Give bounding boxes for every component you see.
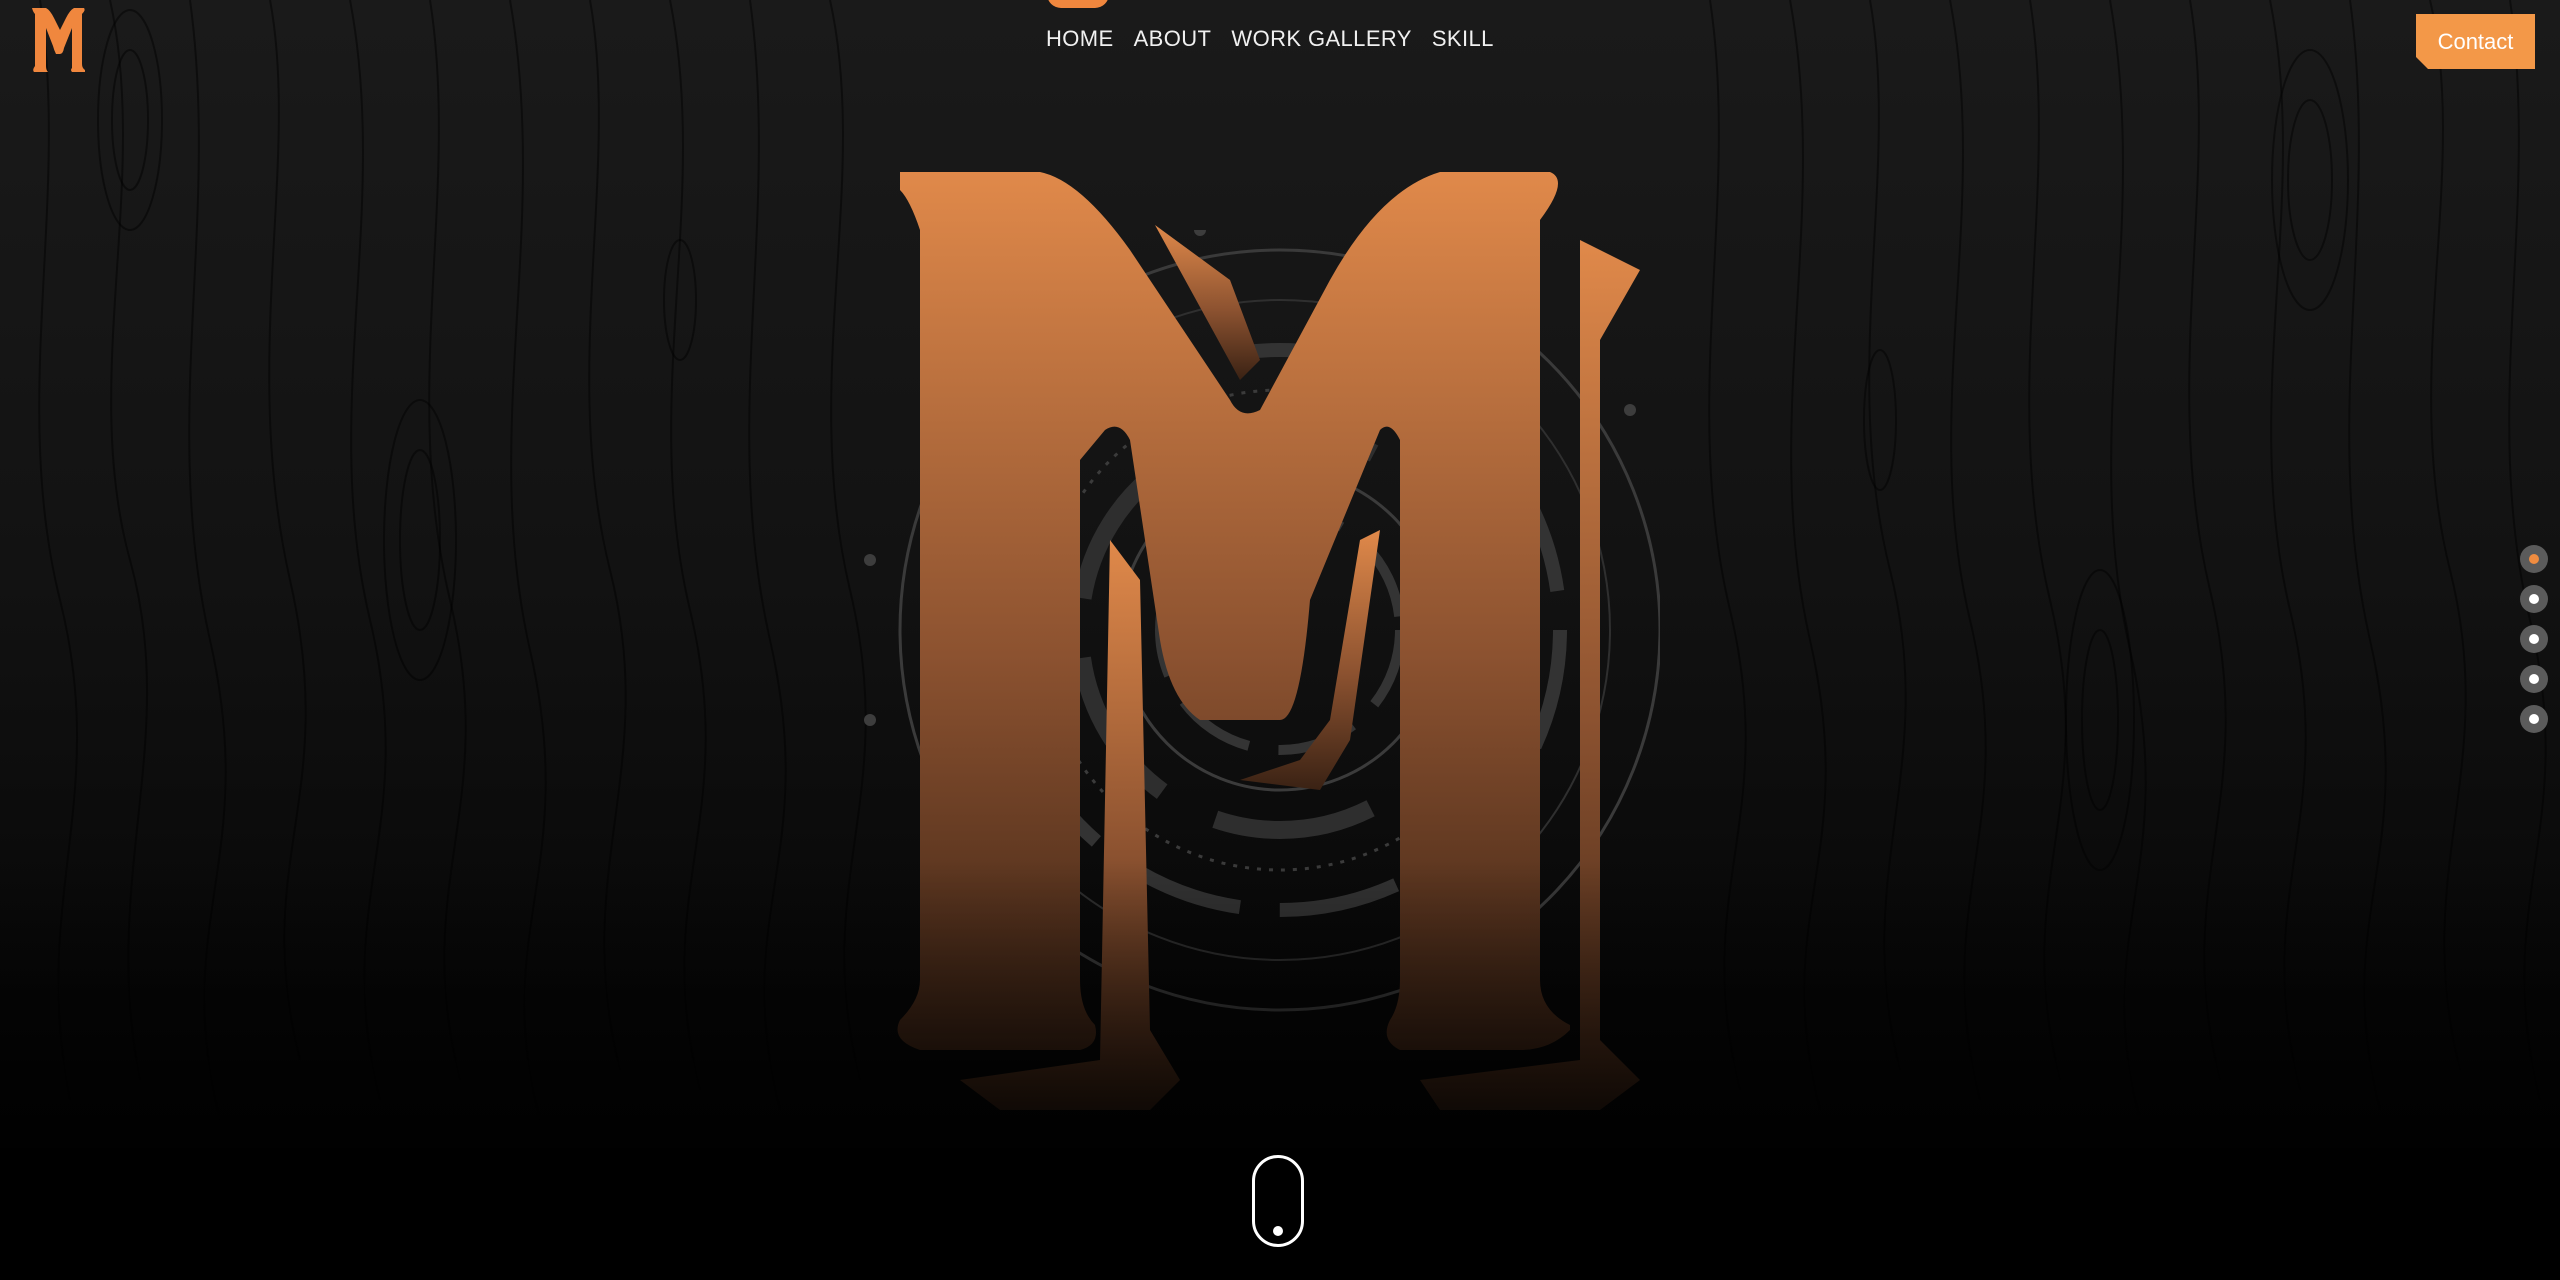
section-dot-5[interactable] xyxy=(2520,705,2548,733)
site-header: HOME ABOUT WORK GALLERY SKILL Contact xyxy=(0,0,2560,84)
nav-item-work-gallery[interactable]: WORK GALLERY xyxy=(1231,26,1411,52)
section-dot-4[interactable] xyxy=(2520,665,2548,693)
contact-button[interactable]: Contact xyxy=(2416,14,2535,69)
section-dots xyxy=(2520,545,2548,733)
main-nav: HOME ABOUT WORK GALLERY SKILL xyxy=(1046,26,1494,52)
dot-core xyxy=(2529,634,2539,644)
m-logo-icon[interactable] xyxy=(30,4,86,76)
nav-item-skill[interactable]: SKILL xyxy=(1432,26,1494,52)
section-dot-2[interactable] xyxy=(2520,585,2548,613)
mouse-scroll-icon[interactable] xyxy=(1252,1155,1304,1247)
nav-item-about[interactable]: ABOUT xyxy=(1134,26,1212,52)
nav-item-home[interactable]: HOME xyxy=(1046,26,1114,52)
dot-core xyxy=(2529,714,2539,724)
dot-core xyxy=(2529,554,2539,564)
landing-page: HOME ABOUT WORK GALLERY SKILL Contact xyxy=(0,0,2560,1280)
nav-active-indicator xyxy=(1047,0,1109,8)
dot-core xyxy=(2529,674,2539,684)
dot-core xyxy=(2529,594,2539,604)
scroll-wheel-dot xyxy=(1273,1226,1283,1236)
section-dot-3[interactable] xyxy=(2520,625,2548,653)
section-dot-1[interactable] xyxy=(2520,545,2548,573)
